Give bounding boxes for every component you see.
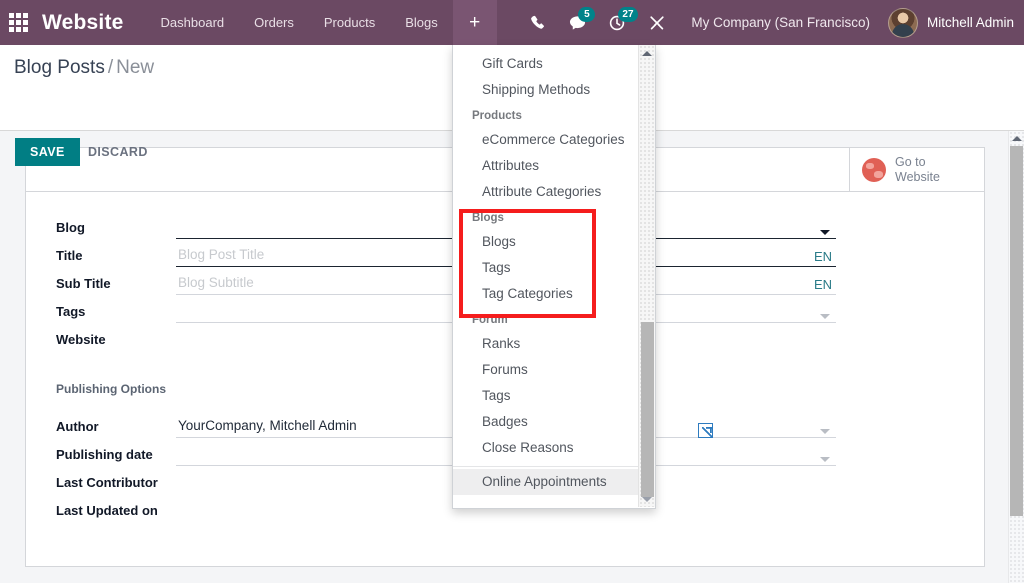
field-row-tags: Tags [26,296,836,323]
field-label-title: Title [26,245,176,267]
lang-badge-title[interactable]: EN [814,249,832,264]
field-label-website: Website [26,329,176,351]
lang-badge-sub-title[interactable]: EN [814,277,832,292]
dropdown-item[interactable]: Blogs [453,229,639,255]
field-row-last-contributor: Last Contributor [26,467,836,494]
breadcrumb-current: New [116,57,154,78]
nav-menu-orders[interactable]: Orders [239,0,309,45]
group-title-publishing-options: Publishing Options [56,382,166,396]
activities-icon[interactable]: 27 [597,0,637,45]
phone-icon[interactable] [517,0,557,45]
go-to-website-label: Go to Website [886,155,948,185]
activities-badge: 27 [618,7,637,22]
field-row-publishing-date: Publishing date [26,439,836,466]
nav-menu-products[interactable]: Products [309,0,390,45]
messages-icon[interactable]: 5 [557,0,597,45]
dropdown-item[interactable]: Tags [453,383,639,409]
dropdown-item[interactable]: Badges [453,409,639,435]
dropdown-item[interactable]: eCommerce Categories [453,127,639,153]
chevron-down-icon[interactable] [820,429,830,434]
field-label-sub-title: Sub Title [26,273,176,295]
chevron-down-icon[interactable] [820,314,830,319]
dropdown-item[interactable]: Forums [453,357,639,383]
navbar-right-section: 5 27 My Company (San Francisco) Mitchell… [517,0,1024,45]
dropdown-scroll-up-icon[interactable] [639,45,655,61]
field-row-last-updated-on: Last Updated on [26,495,836,522]
dropdown-scroll-down-icon[interactable] [639,491,655,507]
page-scrollbar-thumb[interactable] [1010,146,1023,516]
dropdown-item[interactable]: Shipping Methods [453,77,639,103]
field-row-author: Author YourCompany, Mitchell Admin [26,411,836,438]
breadcrumb: Blog Posts/New [14,57,154,79]
chevron-down-icon[interactable] [820,457,830,462]
nav-menu-dashboard[interactable]: Dashboard [146,0,240,45]
dropdown-scrollbar[interactable] [638,45,655,507]
dropdown-item[interactable]: Online Appointments [453,469,639,495]
breadcrumb-blog-posts[interactable]: Blog Posts [14,57,105,78]
field-label-tags: Tags [26,301,176,323]
breadcrumb-separator: / [105,57,116,78]
chevron-down-icon[interactable] [820,230,830,235]
go-to-website-button[interactable]: Go to Website [849,148,984,191]
dropdown-divider [453,466,639,467]
external-link-icon[interactable] [698,423,713,438]
field-placeholder-title: Blog Post Title [176,247,264,262]
dropdown-item[interactable]: Ranks [453,331,639,357]
save-button[interactable]: SAVE [15,138,80,166]
scroll-up-icon[interactable] [1009,131,1024,146]
dropdown-item[interactable]: Gift Cards [453,51,639,77]
company-selector[interactable]: My Company (San Francisco) [677,15,884,30]
dropdown-item[interactable]: Attributes [453,153,639,179]
avatar [888,8,918,38]
user-menu[interactable]: Mitchell Admin [884,8,1014,38]
field-label-publishing-date: Publishing date [26,444,176,466]
page-scrollbar[interactable] [1008,131,1024,583]
field-label-last-updated-on: Last Updated on [26,500,176,522]
field-placeholder-sub-title: Blog Subtitle [176,275,254,290]
messages-badge: 5 [578,7,595,22]
user-name-label: Mitchell Admin [918,15,1014,30]
field-value-author: YourCompany, Mitchell Admin [176,418,357,433]
dropdown-section-header: Products [453,103,639,127]
field-row-sub-title: Sub Title Blog Subtitle EN [26,268,836,295]
discard-button[interactable]: DISCARD [78,138,158,166]
field-row-blog: Blog [26,212,836,239]
top-navbar: Website Dashboard Orders Products Blogs … [0,0,1024,45]
dropdown-item[interactable]: Tags [453,255,639,281]
dropdown-item[interactable]: Close Reasons [453,435,639,461]
field-label-author: Author [26,416,176,438]
nav-menu-more-plus-icon[interactable]: + [453,0,497,45]
field-row-website: Website [26,324,836,351]
dropdown-items: Gift CardsShipping MethodsProductseComme… [453,45,639,495]
dropdown-section-header: Blogs [453,205,639,229]
dropdown-section-header: Forum [453,307,639,331]
dropdown-scrollbar-thumb[interactable] [641,322,654,497]
dropdown-scroll-area: Gift CardsShipping MethodsProductseComme… [453,45,639,507]
field-label-last-contributor: Last Contributor [26,472,176,494]
globe-icon [862,158,886,182]
apps-grid-icon[interactable] [0,0,36,45]
dropdown-item[interactable]: Attribute Categories [453,179,639,205]
nav-menu-blogs[interactable]: Blogs [390,0,453,45]
app-brand-website[interactable]: Website [36,11,130,35]
tools-icon[interactable] [637,0,677,45]
dropdown-item[interactable]: Tag Categories [453,281,639,307]
field-row-title: Title Blog Post Title EN [26,240,836,267]
more-menu-dropdown: Gift CardsShipping MethodsProductseComme… [452,45,656,509]
field-label-blog: Blog [26,217,176,239]
